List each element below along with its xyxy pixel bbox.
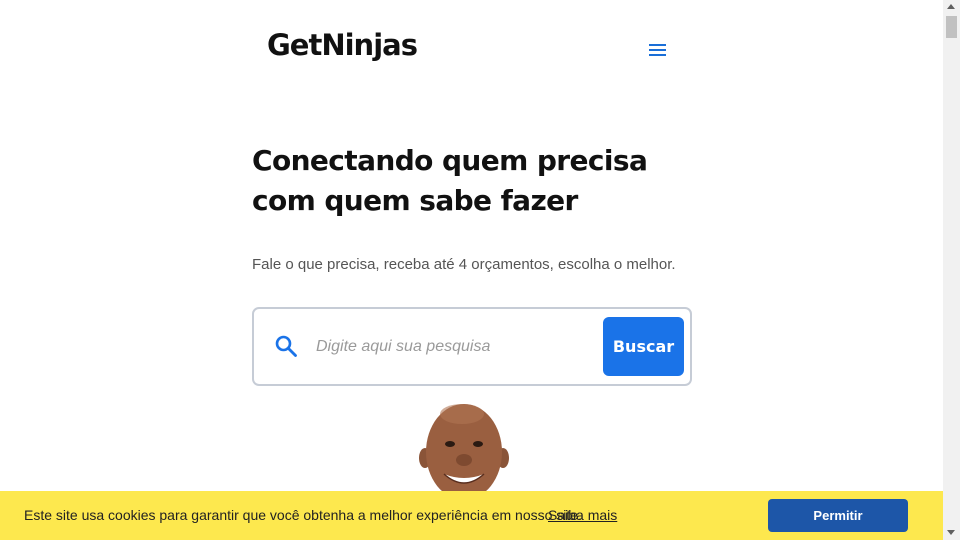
search-icon <box>275 335 297 357</box>
cookie-message: Este site usa cookies para garantir que … <box>24 507 582 523</box>
allow-cookies-button[interactable]: Permitir <box>768 499 908 532</box>
search-box: Buscar <box>252 307 692 386</box>
professional-photo <box>419 404 509 495</box>
cookie-banner: Este site usa cookies para garantir que … <box>0 491 943 540</box>
getninjas-logo[interactable]: GetNinjas <box>267 28 418 62</box>
hamburger-menu-icon <box>649 44 666 46</box>
scroll-down-arrow-icon[interactable] <box>947 530 955 535</box>
page: GetNinjas Conectando quem precisa com qu… <box>0 0 943 540</box>
menu-button[interactable] <box>646 39 668 61</box>
search-input[interactable] <box>314 329 598 365</box>
scroll-up-arrow-icon[interactable] <box>947 4 955 9</box>
hero-title: Conectando quem precisa com quem sabe fa… <box>252 144 648 217</box>
hero-subtitle: Fale o que precisa, receba até 4 orçamen… <box>252 256 676 273</box>
vertical-scrollbar[interactable] <box>943 0 960 540</box>
learn-more-link[interactable]: Saiba mais <box>548 507 617 523</box>
scroll-thumb[interactable] <box>946 16 957 38</box>
search-button[interactable]: Buscar <box>603 317 684 376</box>
